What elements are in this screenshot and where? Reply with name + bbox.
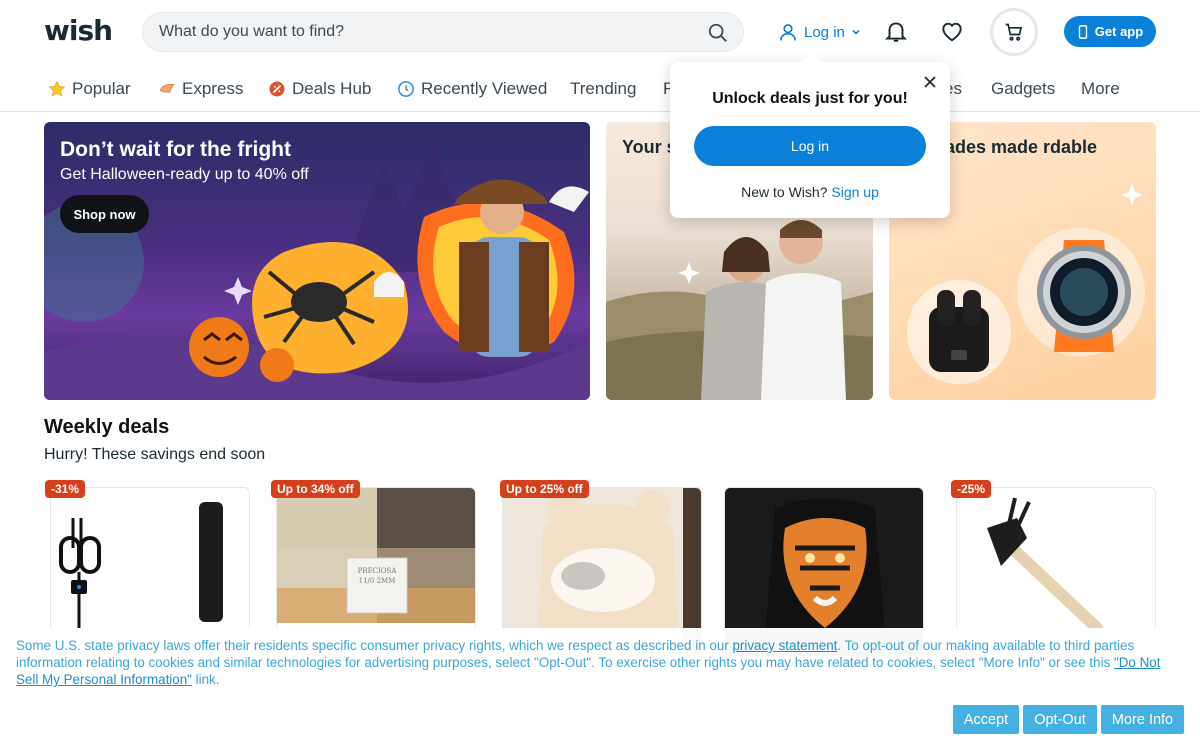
category-label: Gadgets	[991, 79, 1056, 98]
banner-title: Don’t wait for the fright	[60, 138, 291, 161]
discount-badge: -31%	[45, 480, 86, 498]
accept-button[interactable]: Accept	[953, 705, 1019, 734]
cookie-text-1: Some U.S. state privacy laws offer their…	[16, 638, 733, 653]
new-to-wish-text: New to Wish?	[741, 184, 828, 200]
express-icon	[159, 83, 175, 93]
get-app-label: Get app	[1094, 24, 1144, 39]
bell-icon[interactable]	[883, 18, 909, 44]
banner-halloween[interactable]: Don’t wait for the fright Get Halloween-…	[44, 122, 590, 400]
cookie-text-3: link.	[191, 672, 220, 687]
opt-out-button[interactable]: Opt-Out	[1023, 705, 1097, 734]
category-nav: Popular Express Deals Hub Recently Viewe…	[0, 64, 1200, 112]
category-label: Popular	[72, 79, 131, 98]
popup-signup-line: New to Wish? Sign up	[670, 184, 950, 200]
category-label: Recently Viewed	[421, 79, 548, 98]
cart-icon	[1005, 23, 1023, 41]
category-label: Trending	[570, 79, 637, 98]
search-bar[interactable]	[142, 12, 744, 52]
cookie-text: Some U.S. state privacy laws offer their…	[16, 637, 1176, 688]
user-icon	[780, 24, 796, 41]
signup-link[interactable]: Sign up	[831, 184, 878, 200]
login-label: Log in	[804, 23, 845, 41]
category-popular[interactable]: Popular	[48, 78, 131, 100]
weekly-deals-subtitle: Hurry! These savings end soon	[44, 446, 266, 463]
login-popup: Unlock deals just for you! Log in New to…	[670, 52, 950, 218]
category-recently-viewed[interactable]: Recently Viewed	[397, 78, 547, 100]
more-info-button[interactable]: More Info	[1101, 705, 1184, 734]
category-trending[interactable]: Trending	[570, 78, 636, 100]
category-label: Deals Hub	[292, 79, 372, 98]
login-menu[interactable]: Log in	[778, 20, 861, 44]
heart-icon[interactable]	[939, 18, 965, 44]
star-icon	[48, 80, 66, 97]
weekly-deals-title: Weekly deals	[44, 416, 170, 438]
category-gadgets[interactable]: Gadgets	[991, 78, 1055, 100]
discount-badge: Up to 34% off	[271, 480, 360, 498]
popup-login-button[interactable]: Log in	[694, 126, 926, 166]
cart-button[interactable]	[990, 8, 1038, 56]
category-label: More	[1081, 79, 1120, 98]
product-label: PRECIOSA 11/0 2MM	[357, 567, 397, 585]
wish-logo[interactable]: wish	[44, 14, 113, 47]
banner-subtitle: Get Halloween-ready up to 40% off	[60, 166, 309, 183]
privacy-statement-link[interactable]: privacy statement	[732, 638, 837, 653]
clock-icon	[398, 81, 414, 97]
shop-now-button[interactable]: Shop now	[60, 195, 149, 233]
cookie-consent-banner: Some U.S. state privacy laws offer their…	[0, 628, 1200, 750]
search-icon[interactable]	[707, 22, 729, 44]
site-header: wish Log in Get app	[0, 0, 1200, 64]
discount-badge: -25%	[951, 480, 992, 498]
category-express[interactable]: Express	[158, 78, 243, 100]
get-app-button[interactable]: Get app	[1064, 16, 1156, 47]
search-input[interactable]	[159, 13, 679, 51]
deals-tag-icon	[269, 81, 285, 97]
phone-icon	[1078, 24, 1087, 39]
chevron-down-icon	[852, 29, 860, 35]
category-deals-hub[interactable]: Deals Hub	[268, 78, 371, 100]
category-label: Express	[182, 79, 244, 98]
category-more[interactable]: More	[1081, 78, 1120, 100]
discount-badge: Up to 25% off	[500, 480, 589, 498]
close-icon[interactable]	[922, 74, 938, 90]
halloween-illustration	[44, 142, 590, 400]
popup-title: Unlock deals just for you!	[712, 90, 908, 107]
